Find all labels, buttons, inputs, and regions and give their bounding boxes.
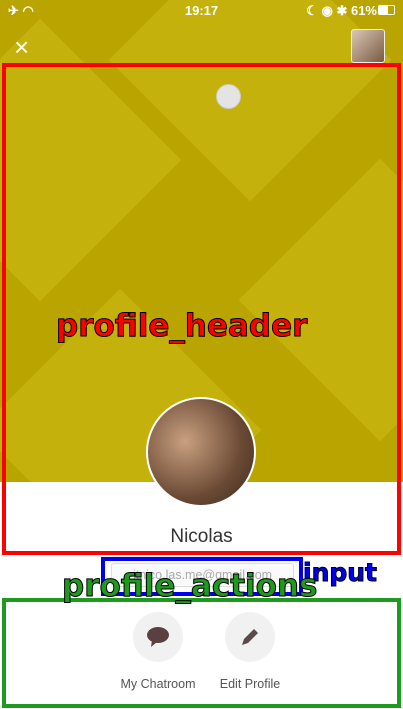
annotation-label-profile-actions: profile_actions [61, 568, 318, 605]
profile-photo-thumbnail[interactable] [351, 29, 385, 63]
annotation-label-profile-header: profile_header [55, 308, 308, 345]
status-bar: ✈ ◠ 19:17 ☾ ◉ ✱ 61% [0, 0, 403, 20]
status-right: ☾ ◉ ✱ 61% [306, 3, 377, 18]
battery-icon [378, 5, 395, 15]
close-icon[interactable]: × [14, 34, 29, 60]
annotation-box-profile-actions [2, 598, 401, 708]
